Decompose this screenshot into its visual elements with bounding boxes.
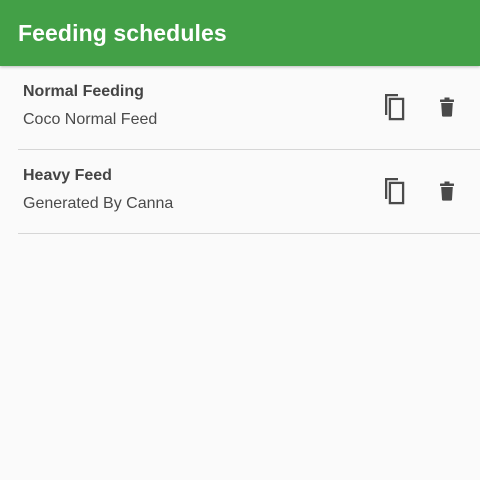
page-title: Feeding schedules — [18, 19, 227, 46]
delete-icon — [439, 97, 455, 117]
copy-icon — [381, 177, 407, 205]
schedule-subtitle: Generated By Canna — [23, 195, 174, 212]
copy-button[interactable] — [374, 87, 414, 127]
schedule-title: Heavy Feed — [23, 167, 112, 184]
list-item[interactable]: Normal Feeding Coco Normal Feed — [18, 66, 480, 150]
list-item[interactable]: Heavy Feed Generated By Canna — [18, 150, 480, 234]
schedule-subtitle: Coco Normal Feed — [23, 111, 158, 128]
schedule-list: Normal Feeding Coco Normal Feed Heavy Fe… — [0, 66, 480, 234]
copy-button[interactable] — [374, 171, 414, 211]
copy-icon — [381, 93, 407, 121]
delete-button[interactable] — [427, 87, 467, 127]
app-bar: Feeding schedules — [0, 0, 480, 66]
delete-button[interactable] — [427, 171, 467, 211]
delete-icon — [439, 181, 455, 201]
schedule-title: Normal Feeding — [23, 83, 144, 100]
